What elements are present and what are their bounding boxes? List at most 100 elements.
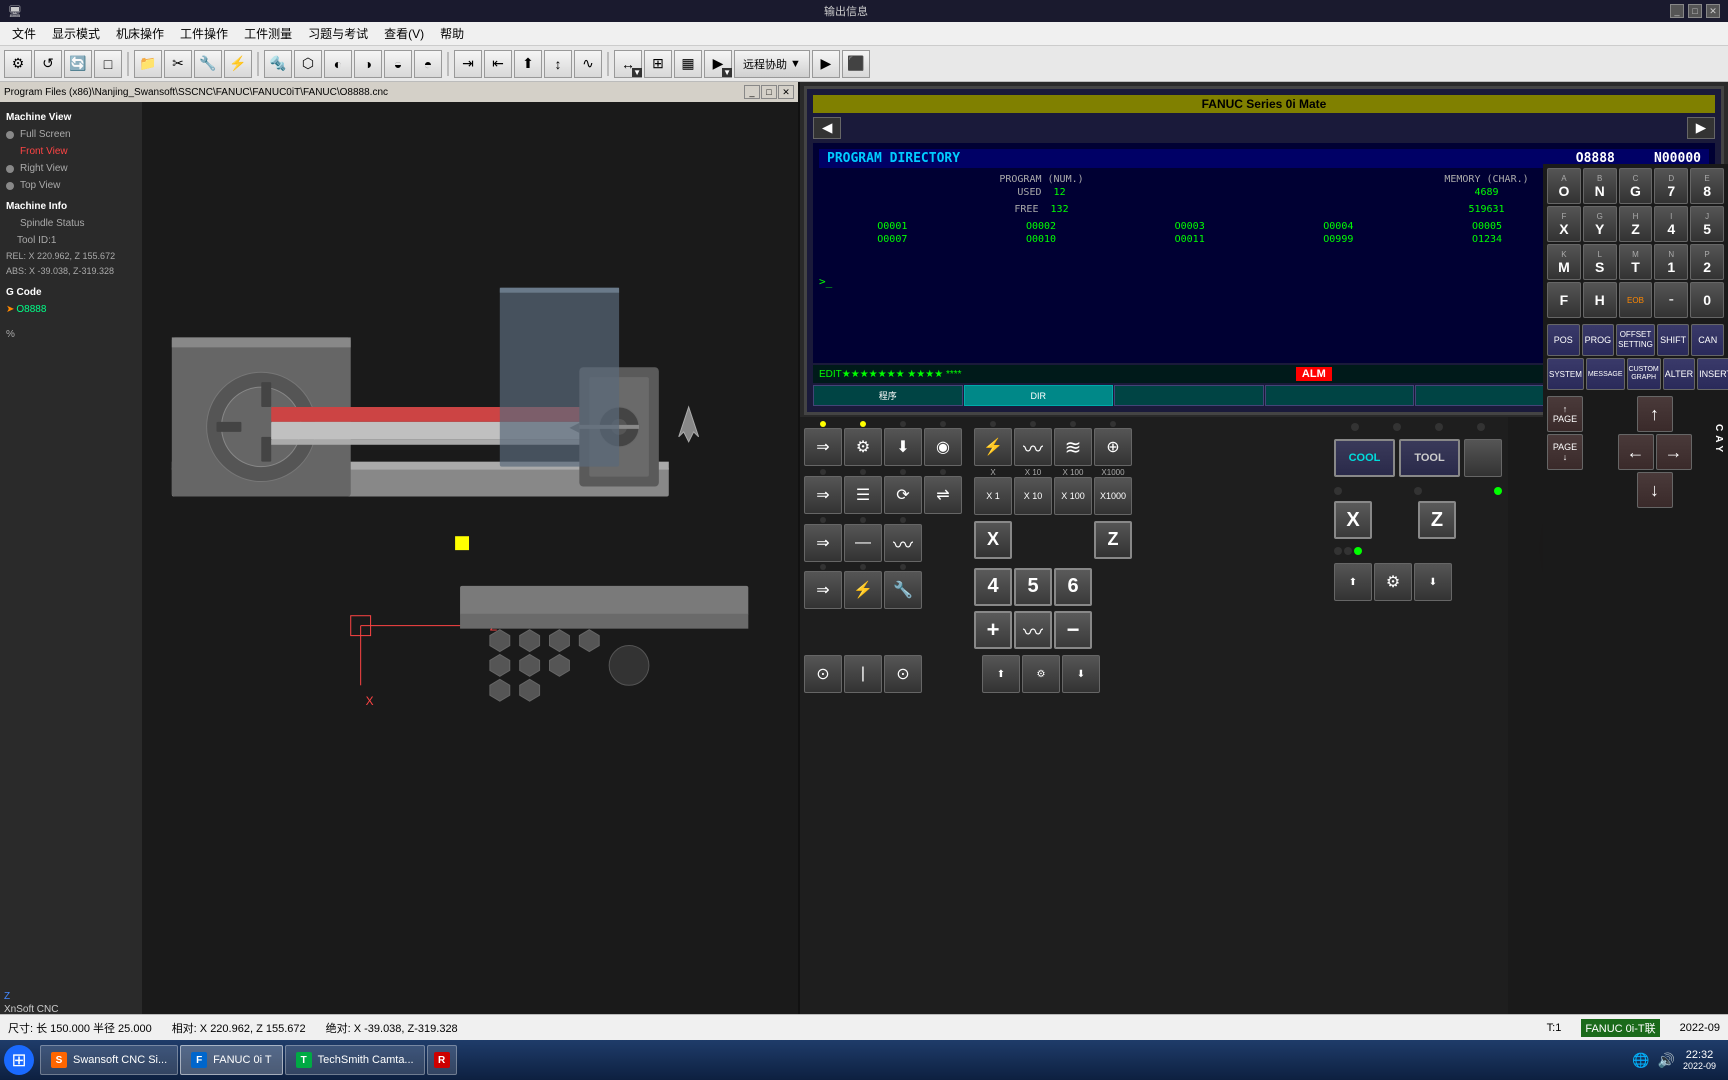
ctrl-btn-3-2[interactable]: — [844,524,882,562]
toolbar-btn-16[interactable]: ⇤ [484,50,512,78]
ctrl-btn-x1000[interactable]: X1000 [1094,477,1132,515]
key-PAGE-UP[interactable]: ↑ PAGE [1547,396,1583,432]
key-1[interactable]: N 1 [1654,244,1688,280]
ctrl-btn-circle[interactable]: ⊙ [884,655,922,693]
ctrl-btn-1-6[interactable]: 〰 [1014,428,1052,466]
cool-button[interactable]: COOL [1334,439,1395,477]
menu-file[interactable]: 文件 [4,23,44,44]
softkey-3[interactable] [1114,385,1264,406]
toolbar-btn-4[interactable]: □ [94,50,122,78]
toolbar-btn-3[interactable]: 🔄 [64,50,92,78]
toolbar-btn-19[interactable]: ∿ [574,50,602,78]
toolbar-btn-14[interactable]: ◓ [414,50,442,78]
taskbar-item-fanuc[interactable]: F FANUC 0i T [180,1045,282,1075]
key-OFFSET[interactable]: OFFSETSETTING [1616,324,1655,356]
toolbar-btn-15[interactable]: ⇥ [454,50,482,78]
z-axis-btn[interactable]: Z [1418,501,1456,539]
menu-measurement[interactable]: 工件测量 [236,23,300,44]
ctrl-btn-2-3[interactable]: ⟳ [884,476,922,514]
key-SYSTEM[interactable]: SYSTEM [1547,358,1584,390]
key-PROG[interactable]: PROG [1582,324,1615,356]
key-4[interactable]: I 4 [1654,206,1688,242]
key-ALTER[interactable]: ALTER [1663,358,1695,390]
num-btn-minus[interactable]: − [1054,611,1092,649]
key-CUSTOM[interactable]: CUSTOMGRAPH [1627,358,1661,390]
key-N[interactable]: B N [1583,168,1617,204]
menu-workpiece-op[interactable]: 工件操作 [172,23,236,44]
softkey-4[interactable] [1265,385,1415,406]
key-PAGE-DOWN[interactable]: PAGE ↓ [1547,434,1583,470]
speed-icon-3[interactable]: ⬇ [1414,563,1452,601]
ctrl-btn-Z-axis[interactable]: Z [1094,521,1132,559]
softkey-program[interactable]: 程序 [813,385,963,406]
ctrl-btn-spindle-icon[interactable]: ⚙ [1022,655,1060,693]
toolbar-btn-play[interactable]: ▶ [812,50,840,78]
num-btn-6[interactable]: 6 [1054,568,1092,606]
cnc-maximize-btn[interactable]: □ [761,85,777,99]
ctrl-btn-percent-down[interactable]: ⬆ [982,655,1020,693]
ctrl-btn-speed-icon[interactable]: ⬇ [1062,655,1100,693]
fanuc-nav-right[interactable]: ▶ [1687,117,1715,139]
toolbar-btn-5[interactable]: 📁 [134,50,162,78]
network-icon[interactable]: 🌐 [1632,1052,1649,1069]
toolbar-btn-move[interactable]: ↔ ▼ [614,50,642,78]
remote-assist-btn[interactable]: 远程协助 ▼ [734,50,810,78]
taskbar-item-techsmith[interactable]: T TechSmith Camta... [285,1045,425,1075]
toolbar-btn-10[interactable]: ⬡ [294,50,322,78]
clock-area[interactable]: 22:32 2022-09 [1683,1049,1716,1071]
menu-help[interactable]: 帮助 [432,23,472,44]
toolbar-btn-12[interactable]: ◑ [354,50,382,78]
start-button[interactable]: ⊞ [4,1045,34,1075]
sidebar-spindle[interactable]: Spindle Status [6,215,136,232]
sidebar-fullscreen[interactable]: Full Screen [6,126,136,143]
speed-icon-1[interactable]: ⬆ [1334,563,1372,601]
key-arrow-up[interactable]: ↑ [1637,396,1673,432]
close-btn[interactable]: ✕ [1706,4,1720,18]
num-btn-4[interactable]: 4 [974,568,1012,606]
num-btn-5[interactable]: 5 [1014,568,1052,606]
ctrl-btn-1-3[interactable]: ⬇ [884,428,922,466]
ctrl-btn-1-8[interactable]: ⊕ [1094,428,1132,466]
ctrl-btn-1-7[interactable]: ≋ [1054,428,1092,466]
menu-machine-op[interactable]: 机床操作 [108,23,172,44]
ctrl-btn-1-5[interactable]: ⚡ [974,428,1012,466]
ctrl-btn-1-2[interactable]: ⚙ [844,428,882,466]
key-X[interactable]: F X [1547,206,1581,242]
num-btn-wave[interactable]: 〰 [1014,611,1052,649]
key-Z[interactable]: H Z [1619,206,1653,242]
key-POS[interactable]: POS [1547,324,1580,356]
sidebar-front-view[interactable]: Front View [6,143,136,160]
sidebar-top-view[interactable]: Top View [6,177,136,194]
ctrl-btn-1-1[interactable]: ⇒ [804,428,842,466]
ctrl-btn-3-3[interactable]: 〰 [884,524,922,562]
key-F[interactable]: F [1547,282,1581,318]
tool-button[interactable]: TOOL [1399,439,1460,477]
ctrl-btn-4-1[interactable]: ⇒ [804,571,842,609]
ctrl-btn-2-2[interactable]: ☰ [844,476,882,514]
toolbar-btn-17[interactable]: ⬆ [514,50,542,78]
key-S[interactable]: L S [1583,244,1617,280]
ctrl-btn-2-4[interactable]: ⇌ [924,476,962,514]
ctrl-btn-1-4[interactable]: ◉ [924,428,962,466]
ctrl-btn-2-1[interactable]: ⇒ [804,476,842,514]
key-SHIFT[interactable]: SHIFT [1657,324,1690,356]
ctrl-btn-x1[interactable]: X 1 [974,477,1012,515]
key-8[interactable]: E 8 [1690,168,1724,204]
toolbar-btn-6[interactable]: ✂ [164,50,192,78]
key-arrow-right[interactable]: → [1656,434,1692,470]
fanuc-nav-left[interactable]: ◀ [813,117,841,139]
ctrl-btn-x100[interactable]: X 100 [1054,477,1092,515]
key-0[interactable]: 0 [1690,282,1724,318]
key-H[interactable]: H [1583,282,1617,318]
key-EOB[interactable]: EOB [1619,282,1653,318]
toolbar-btn-1[interactable]: ⚙ [4,50,32,78]
softkey-dir[interactable]: DIR [964,385,1114,406]
sidebar-right-view[interactable]: Right View [6,160,136,177]
cnc-minimize-btn[interactable]: _ [744,85,760,99]
ctrl-btn-single[interactable]: | [844,655,882,693]
key-M[interactable]: K M [1547,244,1581,280]
key-INSERT[interactable]: INSERT [1697,358,1728,390]
ctrl-btn-3-1[interactable]: ⇒ [804,524,842,562]
ctrl-btn-cam[interactable]: ⊙ [804,655,842,693]
key-O[interactable]: A O [1547,168,1581,204]
